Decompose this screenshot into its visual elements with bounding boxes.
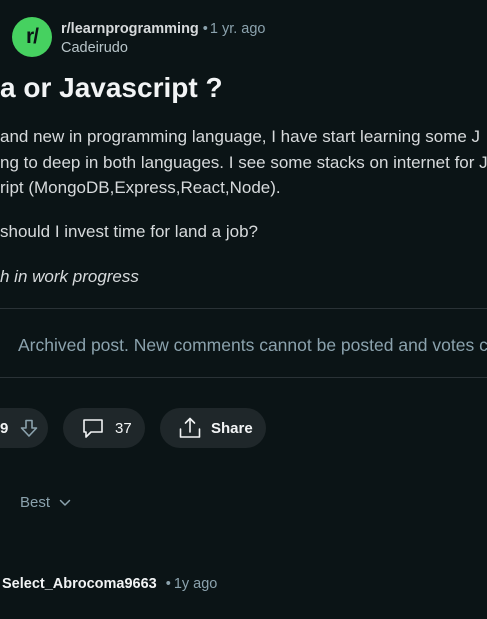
meta-separator: • [202,21,208,37]
sort-label: Best [20,494,51,511]
vote-bar: 9 [0,408,48,448]
divider-bottom [0,377,487,378]
comment-meta: Select_Abrocoma9663 • 1y ago [2,575,217,593]
share-button[interactable]: Share [160,408,266,448]
post-body-italic-note: h in work progress [0,267,139,286]
subreddit-link[interactable]: r/learnprogramming [61,21,199,37]
share-label: Share [211,419,253,437]
post-body-line-2: ng to deep in both languages. I see some… [0,153,487,172]
post-body-line-1: and new in programming language, I have … [0,127,481,146]
post-author[interactable]: Cadeirudo [61,39,128,57]
comment-separator: • [165,576,171,592]
comment-username[interactable]: Select_Abrocoma9663 [2,576,157,592]
archived-notice: Archived post. New comments cannot be po… [18,335,487,355]
post-title: a or Javascript ? [0,72,223,103]
subreddit-avatar[interactable]: r/ [12,17,52,57]
comment-time: 1y ago [173,576,218,592]
share-icon [177,415,203,441]
post-page: r/ r/learnprogramming • 1 yr. ago Cadeirud… [0,0,487,619]
comment-icon [80,415,106,441]
vote-score: 9 [0,419,9,437]
sort-dropdown[interactable]: Best [20,494,71,511]
comments-button[interactable]: 37 [63,408,145,448]
subreddit-avatar-text: r/ [25,25,39,48]
comment-count: 37 [115,419,132,437]
post-meta: r/learnprogramming • 1 yr. ago [61,20,265,38]
chevron-down-icon [59,494,71,511]
divider-top [0,308,487,309]
downvote-icon[interactable] [18,417,40,439]
post-body-line-3: ript (MongoDB,Express,React,Node). [0,178,281,197]
post-body-question: should I invest time for land a job? [0,222,258,241]
post-time: 1 yr. ago [209,21,266,37]
